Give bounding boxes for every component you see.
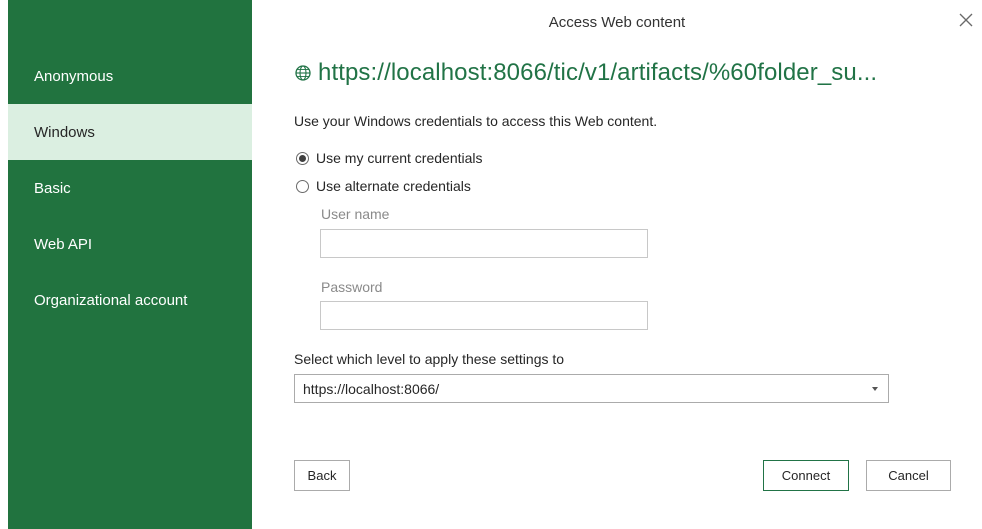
level-select-value: https://localhost:8066/ (303, 380, 440, 397)
chevron-down-icon (872, 387, 878, 391)
credentials-description: Use your Windows credentials to access t… (294, 113, 658, 129)
sidebar-item-basic[interactable]: Basic (8, 160, 252, 216)
sidebar-item-label: Anonymous (34, 67, 114, 85)
password-field[interactable] (320, 301, 648, 330)
globe-icon (295, 65, 311, 81)
radio-use-alternate-credentials[interactable]: Use alternate credentials (296, 178, 471, 194)
sidebar-item-anonymous[interactable]: Anonymous (8, 48, 252, 104)
url-text: https://localhost:8066/tic/v1/artifacts/… (318, 59, 878, 86)
cancel-button[interactable]: Cancel (866, 460, 951, 491)
sidebar-item-label: Organizational account (34, 291, 188, 309)
level-label: Select which level to apply these settin… (294, 351, 565, 367)
sidebar-item-label: Basic (34, 179, 71, 197)
username-field[interactable] (320, 229, 648, 258)
sidebar-item-organizational-account[interactable]: Organizational account (8, 272, 252, 328)
radio-button-checked[interactable] (296, 151, 309, 165)
level-select[interactable]: https://localhost:8066/ (294, 374, 889, 403)
username-label: User name (321, 206, 390, 222)
password-label: Password (321, 279, 383, 295)
dialog-title: Access Web content (548, 14, 686, 31)
radio-use-current-credentials[interactable]: Use my current credentials (296, 150, 483, 166)
radio-label: Use my current credentials (316, 150, 483, 166)
url-heading: https://localhost:8066/tic/v1/artifacts/… (294, 56, 877, 90)
auth-method-sidebar: Anonymous Windows Basic Web API Organiza… (8, 0, 252, 529)
connect-button[interactable]: Connect (763, 460, 849, 491)
radio-label: Use alternate credentials (316, 178, 471, 194)
back-button[interactable]: Back (294, 460, 350, 491)
sidebar-item-label: Web API (34, 235, 93, 253)
close-icon[interactable] (955, 9, 977, 31)
sidebar-item-label: Windows (34, 123, 95, 141)
sidebar-item-windows[interactable]: Windows (8, 104, 252, 160)
radio-button[interactable] (296, 179, 309, 193)
sidebar-item-web-api[interactable]: Web API (8, 216, 252, 272)
